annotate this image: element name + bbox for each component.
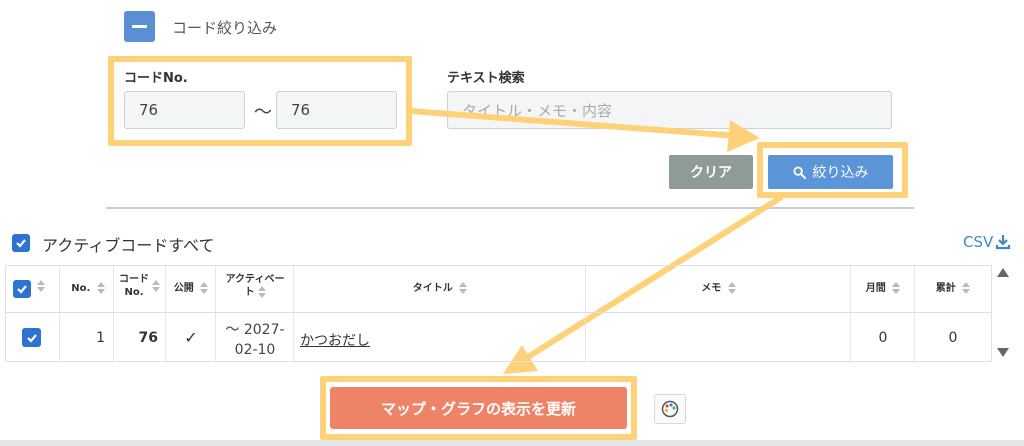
sort-icon — [459, 282, 468, 294]
row-public-check: ✓ — [184, 328, 198, 347]
active-codes-checkbox[interactable] — [12, 234, 30, 252]
row-active-period: ～ 2027- 02-10 — [225, 322, 285, 358]
header-no[interactable]: No. — [64, 282, 112, 295]
row-title-link[interactable]: かつおだし — [300, 330, 370, 350]
sort-icon[interactable] — [37, 280, 45, 292]
csv-download-link[interactable]: CSV — [963, 233, 1011, 251]
download-icon — [996, 235, 1011, 250]
check-icon — [26, 333, 37, 343]
sort-icon — [200, 282, 209, 294]
row-monthly: 0 — [878, 330, 888, 346]
header-code-no[interactable]: コード No. — [114, 273, 154, 299]
palette-button[interactable] — [654, 394, 686, 424]
filter-button-highlight — [757, 142, 908, 198]
scroll-up-arrow[interactable] — [997, 268, 1009, 277]
row-code: 76 — [138, 330, 158, 346]
scroll-down-arrow[interactable] — [997, 348, 1009, 357]
sort-icon — [962, 282, 971, 294]
row-checkbox[interactable] — [22, 328, 41, 347]
header-monthly[interactable]: 月間 — [851, 282, 915, 295]
update-map-graph-button[interactable]: マップ・グラフの表示を更新 — [330, 387, 627, 429]
header-total[interactable]: 累計 — [915, 282, 991, 295]
row-no: 1 — [96, 330, 105, 346]
bottom-border — [0, 440, 1024, 446]
header-active[interactable]: アクティベー ト — [216, 273, 294, 299]
row-total: 0 — [948, 330, 958, 346]
header-memo[interactable]: メモ — [586, 282, 851, 295]
csv-label: CSV — [963, 233, 994, 251]
header-title[interactable]: タイトル — [294, 282, 586, 295]
active-codes-label: アクティブコードすべて — [42, 236, 215, 255]
codes-table: No. コード No. 公開 アクティベー ト タイトル メモ 月間 累計 1 … — [5, 265, 992, 363]
check-icon — [16, 239, 26, 248]
sort-icon — [892, 282, 901, 294]
code-no-highlight — [108, 56, 412, 146]
header-public[interactable]: 公開 — [166, 282, 216, 295]
select-all-checkbox[interactable] — [13, 280, 31, 298]
palette-icon — [661, 400, 679, 418]
sort-icon — [257, 286, 266, 298]
sort-icon — [727, 282, 736, 294]
sort-icon — [96, 282, 105, 294]
check-icon — [17, 285, 27, 294]
sort-icon[interactable] — [152, 280, 160, 292]
